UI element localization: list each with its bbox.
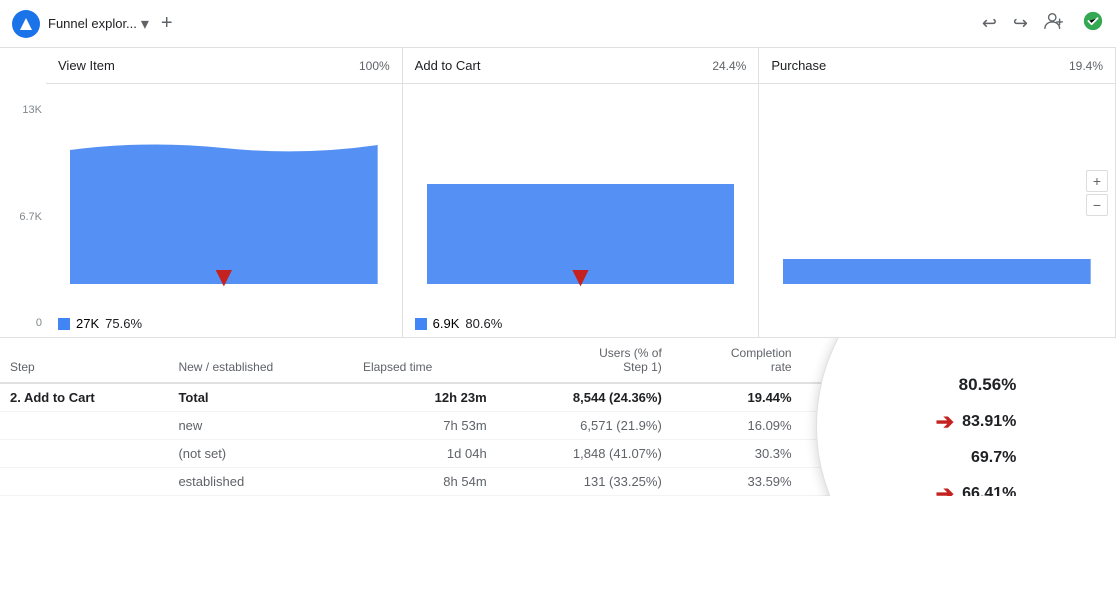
callout-pct-total: 80.56% <box>959 375 1017 395</box>
callout-pct-notset: 69.7% <box>971 449 1016 467</box>
y-axis-bot: 0 <box>36 317 42 329</box>
col-pct-add-to-cart: 24.4% <box>712 59 746 73</box>
bar-container-view-item: ▼ 27K 75.6% <box>46 84 402 337</box>
y-axis-mid: 6.7K <box>19 211 42 223</box>
chart-area: 13K 6.7K 0 View Item 100% ▼ <box>0 48 1116 338</box>
check-icon[interactable] <box>1082 10 1104 38</box>
th-segment: New / established <box>168 338 352 383</box>
drop-box-1 <box>58 318 70 330</box>
cell-completion-established: 33.59% <box>672 468 802 496</box>
cell-segment-notset: (not set) <box>168 440 352 468</box>
callout-row-new: ➔ 83.91% <box>936 409 1017 435</box>
cell-step: 2. Add to Cart <box>0 383 168 412</box>
table-container: Step New / established Elapsed time User… <box>0 338 1116 496</box>
cell-completion-notset: 30.3% <box>672 440 802 468</box>
cell-segment-new: new <box>168 412 352 440</box>
funnel-col-view-item: View Item 100% ▼ 27K 75.6% <box>46 48 403 337</box>
app-logo <box>12 10 40 38</box>
cell-users-established: 131 (33.25%) <box>497 468 672 496</box>
cell-step-new <box>0 412 168 440</box>
drop-pct-1: 75.6% <box>105 316 142 331</box>
drop-arrow-2: ▼ <box>567 261 595 293</box>
drop-info-2: 6.9K 80.6% <box>415 316 747 331</box>
drop-info-1: 27K 75.6% <box>58 316 390 331</box>
drop-pct-2: 80.6% <box>465 316 502 331</box>
header-actions: ↩ ↪ <box>982 10 1104 38</box>
tab-title: Funnel explor... <box>48 16 137 31</box>
col-header-purchase: Purchase 19.4% <box>759 48 1115 84</box>
funnel-col-purchase: Purchase 19.4% <box>759 48 1116 337</box>
col-label-add-to-cart: Add to Cart <box>415 58 481 73</box>
cell-step-notset <box>0 440 168 468</box>
th-users: Users (% ofStep 1) <box>497 338 672 383</box>
th-step: Step <box>0 338 168 383</box>
callout-pct-established: 66.41% <box>962 485 1016 496</box>
tab-bar: Funnel explor... ▾ + ↩ ↪ <box>0 0 1116 48</box>
redo-icon[interactable]: ↪ <box>1013 13 1028 34</box>
zoom-in-button[interactable]: + <box>1086 170 1108 192</box>
cell-completion-new: 16.09% <box>672 412 802 440</box>
zoom-out-button[interactable]: − <box>1086 194 1108 216</box>
zoom-controls: + − <box>1086 170 1108 216</box>
cell-elapsed-established: 8h 54m <box>353 468 497 496</box>
th-elapsed: Elapsed time <box>353 338 497 383</box>
cell-elapsed-new: 7h 53m <box>353 412 497 440</box>
y-axis-top: 13K <box>22 104 42 116</box>
drop-box-2 <box>415 318 427 330</box>
callout-pct-new: 83.91% <box>962 413 1016 431</box>
cell-users-new: 6,571 (21.9%) <box>497 412 672 440</box>
bar-container-add-to-cart: ▼ 6.9K 80.6% <box>403 84 759 337</box>
funnel-col-add-to-cart: Add to Cart 24.4% ▼ 6.9K 80.6% <box>403 48 760 337</box>
cell-segment-established: established <box>168 468 352 496</box>
funnel-columns: View Item 100% ▼ 27K 75.6% <box>46 48 1116 337</box>
undo-icon[interactable]: ↩ <box>982 13 997 34</box>
th-completion: Completionrate <box>672 338 802 383</box>
cell-users-total: 8,544 (24.36%) <box>497 383 672 412</box>
cell-users-notset: 1,848 (41.07%) <box>497 440 672 468</box>
callout-circle: 80.56% ➔ 83.91% 69.7% ➔ 66.41% <box>816 338 1116 496</box>
tab-chevron-icon[interactable]: ▾ <box>141 14 149 34</box>
col-label-purchase: Purchase <box>771 58 826 73</box>
col-pct-purchase: 19.4% <box>1069 59 1103 73</box>
add-tab-button[interactable]: + <box>161 12 173 35</box>
col-header-view-item: View Item 100% <box>46 48 402 84</box>
callout-arrow-established: ➔ <box>936 481 954 496</box>
drop-value-1: 27K <box>76 316 99 331</box>
cell-step-established <box>0 468 168 496</box>
y-axis: 13K 6.7K 0 <box>0 48 46 337</box>
cell-completion-total: 19.44% <box>672 383 802 412</box>
col-header-add-to-cart: Add to Cart 24.4% <box>403 48 759 84</box>
cell-elapsed-total: 12h 23m <box>353 383 497 412</box>
cell-elapsed-notset: 1d 04h <box>353 440 497 468</box>
col-label-view-item: View Item <box>58 58 115 73</box>
cell-segment-total: Total <box>168 383 352 412</box>
drop-arrow-1: ▼ <box>210 261 238 293</box>
add-user-icon[interactable] <box>1044 10 1066 37</box>
col-pct-view-item: 100% <box>359 59 390 73</box>
callout-row-established: ➔ 66.41% <box>936 481 1017 496</box>
callout-arrow-new: ➔ <box>936 409 954 435</box>
drop-value-2: 6.9K <box>433 316 460 331</box>
bar-container-purchase <box>759 84 1115 337</box>
